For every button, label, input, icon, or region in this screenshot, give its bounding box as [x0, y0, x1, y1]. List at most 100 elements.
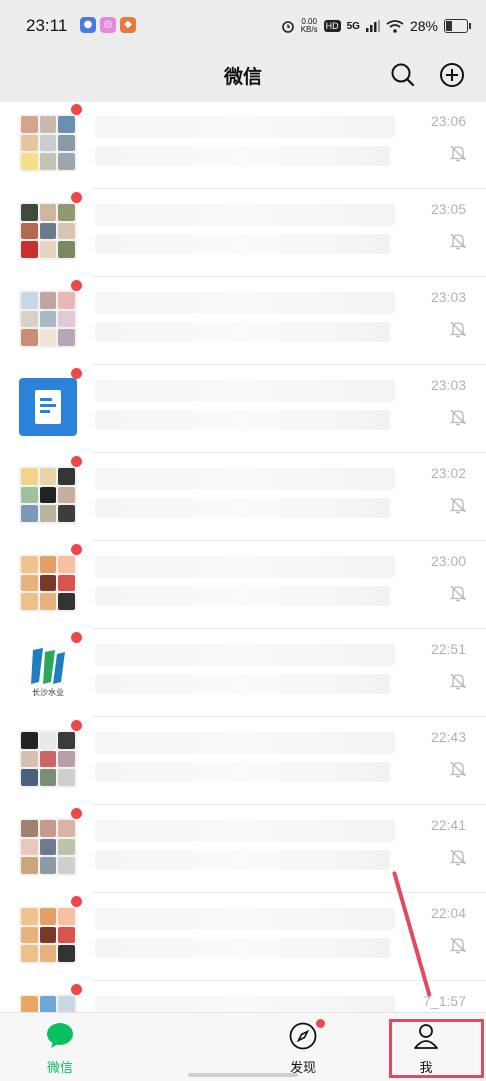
avatar-thumb	[58, 593, 75, 610]
wifi-icon	[386, 19, 404, 33]
row-divider	[92, 364, 486, 365]
avatar[interactable]	[19, 114, 77, 172]
search-icon[interactable]	[388, 60, 418, 90]
avatar[interactable]: 长沙水业	[19, 642, 77, 700]
avatar-thumb	[39, 945, 57, 962]
tab-chats[interactable]: 微信	[0, 1013, 120, 1081]
avatar-thumb	[58, 820, 75, 837]
row-divider	[92, 540, 486, 541]
unread-dot	[71, 104, 82, 115]
avatar[interactable]	[19, 378, 77, 436]
chat-row[interactable]: 23:05	[0, 190, 486, 277]
avatar-thumb	[21, 926, 38, 944]
document-icon	[35, 390, 61, 424]
bell-off-icon	[450, 937, 466, 954]
chat-name-redacted	[95, 116, 395, 138]
avatar[interactable]	[19, 290, 77, 348]
avatar-thumb	[21, 310, 38, 328]
avatar-thumb	[39, 996, 57, 1012]
avatar-thumb	[39, 857, 57, 874]
chat-time: 22:43	[430, 729, 466, 745]
avatar-thumb	[39, 820, 57, 837]
avatar-thumb	[21, 908, 38, 925]
avatar-thumb	[39, 134, 57, 152]
avatar-thumb	[39, 505, 57, 522]
battery-percent: 28%	[409, 18, 438, 34]
avatar-thumb	[58, 769, 75, 786]
avatar-thumb	[21, 329, 38, 346]
chat-row[interactable]: 长沙水业 22:51	[0, 630, 486, 717]
avatar[interactable]	[19, 202, 77, 260]
alarm-icon	[281, 21, 294, 33]
tab-discover[interactable]: 发现	[243, 1013, 363, 1081]
annotation-highlight-box	[389, 1019, 484, 1078]
row-divider	[92, 188, 486, 189]
row-divider	[92, 628, 486, 629]
avatar[interactable]	[19, 466, 77, 524]
chat-name-redacted	[95, 292, 395, 314]
chat-preview-redacted	[95, 322, 390, 342]
avatar-thumb	[58, 926, 75, 944]
chat-time: 23:05	[430, 201, 466, 217]
avatar-thumb	[21, 292, 38, 309]
chat-name-redacted	[95, 820, 395, 842]
avatar-thumb	[58, 292, 75, 309]
bell-off-icon	[450, 849, 466, 866]
avatar-thumb	[21, 857, 38, 874]
avatar[interactable]	[19, 730, 77, 788]
row-divider	[92, 892, 486, 893]
bell-off-icon	[450, 497, 466, 514]
avatar-thumb	[58, 241, 75, 258]
chat-name-redacted	[95, 380, 395, 402]
chat-row[interactable]: 23:06	[0, 102, 486, 189]
chat-row[interactable]: 23:03	[0, 366, 486, 453]
avatar-thumb	[58, 486, 75, 504]
avatar-thumb	[58, 838, 75, 856]
chat-name-redacted	[95, 644, 395, 666]
compass-icon	[289, 1022, 317, 1050]
chat-time: 23:03	[430, 289, 466, 305]
avatar-thumb	[58, 996, 75, 1012]
bell-off-icon	[450, 673, 466, 690]
plus-circle-icon[interactable]	[437, 60, 467, 90]
avatar[interactable]	[19, 994, 77, 1012]
chat-row[interactable]: 23:02	[0, 454, 486, 541]
avatar[interactable]	[19, 906, 77, 964]
hd-badge: HD	[323, 20, 341, 32]
unread-dot	[71, 632, 82, 643]
chat-row[interactable]: 23:00	[0, 542, 486, 629]
avatar-thumb	[39, 486, 57, 504]
avatar-thumb	[58, 732, 75, 749]
avatar[interactable]	[19, 554, 77, 612]
avatar-thumb	[21, 222, 38, 240]
chat-time: 23:00	[430, 553, 466, 569]
avatar-thumb	[21, 134, 38, 152]
avatar[interactable]	[19, 818, 77, 876]
chat-preview-redacted	[95, 586, 390, 606]
chat-row[interactable]: 23:03	[0, 278, 486, 365]
avatar-thumb	[21, 241, 38, 258]
status-time: 23:11	[26, 16, 68, 35]
avatar-thumb	[58, 329, 75, 346]
chat-row[interactable]: 22:43	[0, 718, 486, 805]
notification-dot	[316, 1019, 325, 1028]
avatar-thumb	[21, 750, 38, 768]
avatar-thumb	[58, 505, 75, 522]
chat-time: 22:51	[430, 641, 466, 657]
avatar-thumb	[39, 908, 57, 925]
chat-row[interactable]: 22:41	[0, 806, 486, 893]
avatar-thumb	[39, 468, 57, 485]
chat-row[interactable]: 7_1:57	[0, 982, 486, 1012]
avatar-thumb	[58, 908, 75, 925]
logo-caption: 长沙水业	[32, 688, 64, 697]
avatar-thumb	[58, 857, 75, 874]
chat-preview-redacted	[95, 410, 390, 430]
avatar-thumb	[21, 153, 38, 170]
chat-name-redacted	[95, 468, 395, 490]
chat-name-redacted	[95, 204, 395, 226]
chat-list[interactable]: 23:06 23:05 23:03 23:03 23:02 23:00 长沙水业 22:51 2…	[0, 102, 486, 1012]
app-notification-icon: ◎	[100, 17, 116, 33]
avatar-thumb	[58, 468, 75, 485]
app-notification-icon: ●	[80, 17, 96, 33]
signal-label: 5G	[346, 20, 360, 32]
